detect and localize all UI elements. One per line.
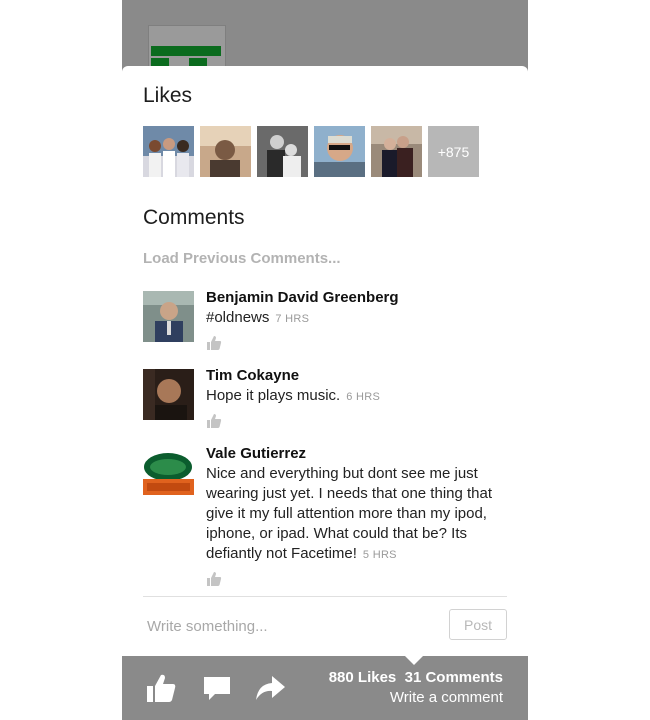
commenter-avatar[interactable] <box>143 447 194 498</box>
background-post-logo <box>148 25 226 69</box>
comment-author[interactable]: Benjamin David Greenberg <box>206 288 511 308</box>
comment-author[interactable]: Vale Gutierrez <box>206 444 511 464</box>
commenter-avatar[interactable] <box>143 291 194 342</box>
more-likes-count[interactable]: +875 <box>428 126 479 177</box>
comment-input[interactable] <box>143 611 431 641</box>
compose-divider <box>143 596 507 597</box>
small-like-icon[interactable] <box>206 413 222 429</box>
comment-timestamp: 5 HRS <box>362 549 397 561</box>
comment-timestamp: 6 HRS <box>346 391 381 403</box>
liker-avatar[interactable] <box>143 126 194 177</box>
share-arrow-icon[interactable] <box>254 672 286 704</box>
comment-timestamp: 7 HRS <box>275 313 310 325</box>
comments-count[interactable]: 31 Comments <box>405 669 503 686</box>
comment-text: Hope it plays music. <box>206 387 341 404</box>
likes-comments-popover: Likes +875 Comments Load Previous Commen… <box>122 66 528 656</box>
post-counts[interactable]: 880 Likes 31 Comments Write a comment <box>329 668 503 708</box>
small-like-icon[interactable] <box>206 335 222 351</box>
load-previous-comments-link[interactable]: Load Previous Comments... <box>143 250 341 267</box>
bottom-toolbar: 880 Likes 31 Comments Write a comment <box>122 656 528 720</box>
liker-avatar[interactable] <box>314 126 365 177</box>
liker-avatar[interactable] <box>371 126 422 177</box>
phone-screen: Likes +875 Comments Load Previous Commen… <box>122 0 528 720</box>
post-button[interactable]: Post <box>449 609 507 640</box>
comment-bubble-icon[interactable] <box>201 672 233 704</box>
liker-avatar[interactable] <box>257 126 308 177</box>
comment-text: Nice and everything but dont see me just… <box>206 465 493 562</box>
commenter-avatar[interactable] <box>143 369 194 420</box>
liker-avatar[interactable] <box>200 126 251 177</box>
likes-count[interactable]: 880 Likes <box>329 669 397 686</box>
write-comment-link[interactable]: Write a comment <box>329 688 503 708</box>
thumbs-up-icon[interactable] <box>145 672 177 704</box>
comments-title: Comments <box>143 206 245 229</box>
likes-title: Likes <box>143 84 193 107</box>
comment-author[interactable]: Tim Cokayne <box>206 366 511 386</box>
comment-text: #oldnews <box>206 309 270 326</box>
small-like-icon[interactable] <box>206 571 222 587</box>
